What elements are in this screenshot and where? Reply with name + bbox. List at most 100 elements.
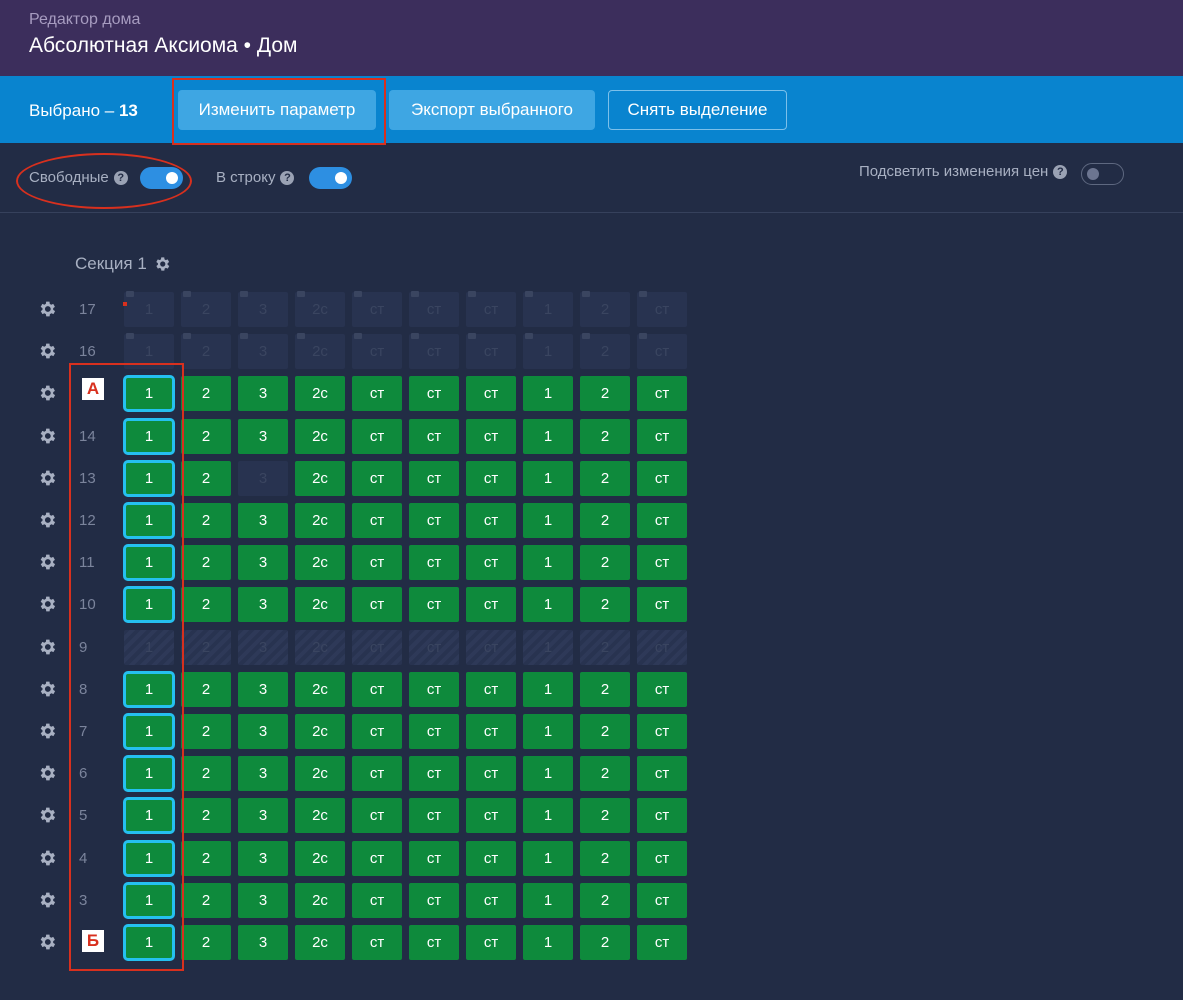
apartment-cell[interactable]: 2	[580, 460, 630, 496]
apartment-cell[interactable]: 1	[523, 714, 573, 749]
apartment-cell[interactable]: ст	[637, 798, 687, 834]
apartment-cell[interactable]: ст	[352, 376, 402, 412]
apartment-cell[interactable]: ст	[409, 376, 459, 412]
apartment-cell[interactable]: 1	[523, 925, 573, 960]
apartment-cell[interactable]: 3	[238, 376, 288, 412]
apartment-cell[interactable]: 2	[580, 756, 630, 792]
apartment-cell[interactable]: ст	[409, 925, 459, 960]
apartment-cell[interactable]: 2	[580, 714, 630, 749]
apartment-cell[interactable]: 2с	[295, 629, 345, 665]
apartment-cell[interactable]: 2	[181, 671, 231, 707]
apartment-cell[interactable]: 2с	[295, 333, 345, 370]
apartment-cell[interactable]: 2	[181, 714, 231, 749]
apartment-cell[interactable]: ст	[409, 418, 459, 454]
apartment-cell[interactable]: ст	[352, 756, 402, 792]
highlight-toggle[interactable]	[1081, 163, 1124, 185]
apartment-cell[interactable]: ст	[466, 840, 516, 876]
apartment-cell[interactable]: 3	[238, 418, 288, 454]
apartment-cell[interactable]: ст	[637, 714, 687, 749]
apartment-cell[interactable]: ст	[409, 291, 459, 327]
apartment-cell[interactable]: ст	[637, 882, 687, 918]
apartment-cell[interactable]: ст	[637, 756, 687, 792]
apartment-cell[interactable]: 1	[523, 671, 573, 707]
apartment-cell[interactable]: 3	[238, 840, 288, 876]
apartment-cell[interactable]: ст	[637, 671, 687, 707]
apartment-cell[interactable]: 2	[580, 418, 630, 454]
apartment-cell[interactable]: ст	[409, 714, 459, 749]
apartment-cell[interactable]: ст	[637, 460, 687, 496]
apartment-cell[interactable]: ст	[637, 503, 687, 538]
apartment-cell[interactable]: 2	[181, 376, 231, 412]
apartment-cell[interactable]: 1	[523, 882, 573, 918]
apartment-cell[interactable]: 1	[523, 333, 573, 370]
apartment-cell[interactable]: ст	[352, 671, 402, 707]
apartment-cell[interactable]: 2с	[295, 545, 345, 581]
apartment-cell[interactable]: ст	[352, 882, 402, 918]
apartment-cell[interactable]: 2	[181, 460, 231, 496]
help-icon[interactable]: ?	[280, 170, 295, 185]
apartment-cell[interactable]: 2	[580, 587, 630, 623]
apartment-cell[interactable]: ст	[352, 418, 402, 454]
apartment-cell[interactable]: 1	[523, 291, 573, 327]
apartment-cell[interactable]: 2с	[295, 291, 345, 327]
apartment-cell[interactable]: ст	[637, 291, 687, 327]
help-icon[interactable]: ?	[1053, 164, 1068, 179]
apartment-cell[interactable]: ст	[637, 545, 687, 581]
apartment-cell[interactable]: 2	[580, 333, 630, 370]
apartment-cell[interactable]: 1	[523, 756, 573, 792]
apartment-cell[interactable]: 2	[181, 587, 231, 623]
apartment-cell[interactable]: ст	[409, 756, 459, 792]
apartment-cell[interactable]: 3	[238, 587, 288, 623]
apartment-cell[interactable]: ст	[466, 925, 516, 960]
apartment-cell[interactable]: ст	[352, 545, 402, 581]
floor-settings-gear-icon[interactable]	[37, 299, 57, 319]
apartment-cell[interactable]: ст	[352, 291, 402, 327]
apartment-cell[interactable]: 1	[523, 376, 573, 412]
apartment-cell[interactable]: ст	[409, 333, 459, 370]
floor-settings-gear-icon[interactable]	[37, 637, 57, 657]
apartment-cell[interactable]: ст	[409, 882, 459, 918]
apartment-cell[interactable]: 1	[523, 418, 573, 454]
apartment-cell[interactable]: ст	[352, 840, 402, 876]
floor-settings-gear-icon[interactable]	[37, 594, 57, 614]
apartment-cell[interactable]: 2	[181, 756, 231, 792]
apartment-cell[interactable]: 2	[181, 925, 231, 960]
apartment-cell[interactable]: ст	[352, 629, 402, 665]
apartment-cell[interactable]: ст	[637, 376, 687, 412]
apartment-cell[interactable]: ст	[466, 756, 516, 792]
apartment-cell[interactable]: 2с	[295, 714, 345, 749]
apartment-cell[interactable]: ст	[409, 503, 459, 538]
apartment-cell[interactable]: 3	[238, 333, 288, 370]
apartment-cell[interactable]: 2с	[295, 925, 345, 960]
apartment-cell[interactable]: 3	[238, 882, 288, 918]
apartment-cell[interactable]: ст	[466, 545, 516, 581]
apartment-cell[interactable]: ст	[466, 333, 516, 370]
apartment-cell[interactable]: 2	[580, 840, 630, 876]
apartment-cell[interactable]: 3	[238, 798, 288, 834]
apartment-cell[interactable]: ст	[409, 587, 459, 623]
apartment-cell[interactable]: 1	[523, 503, 573, 538]
apartment-cell[interactable]: 3	[238, 629, 288, 665]
apartment-cell[interactable]: 2с	[295, 756, 345, 792]
apartment-cell[interactable]: 2с	[295, 418, 345, 454]
apartment-cell[interactable]: 3	[238, 503, 288, 538]
apartment-cell[interactable]: 2с	[295, 671, 345, 707]
apartment-cell[interactable]: ст	[466, 503, 516, 538]
apartment-cell[interactable]: ст	[352, 503, 402, 538]
apartment-cell[interactable]: 1	[124, 291, 174, 327]
apartment-cell[interactable]: ст	[409, 545, 459, 581]
apartment-cell[interactable]: 3	[238, 545, 288, 581]
apartment-cell[interactable]: ст	[466, 418, 516, 454]
export-selected-button[interactable]: Экспорт выбранного	[389, 90, 595, 130]
apartment-cell[interactable]: 2с	[295, 798, 345, 834]
apartment-cell[interactable]: 2	[580, 925, 630, 960]
apartment-cell[interactable]: 2	[181, 291, 231, 327]
apartment-cell[interactable]: 3	[238, 671, 288, 707]
apartment-cell[interactable]: 3	[238, 925, 288, 960]
apartment-cell[interactable]: 2с	[295, 460, 345, 496]
apartment-cell[interactable]: 2с	[295, 840, 345, 876]
floor-settings-gear-icon[interactable]	[37, 510, 57, 530]
apartment-cell[interactable]: ст	[466, 587, 516, 623]
floor-settings-gear-icon[interactable]	[37, 763, 57, 783]
apartment-cell[interactable]: ст	[352, 798, 402, 834]
